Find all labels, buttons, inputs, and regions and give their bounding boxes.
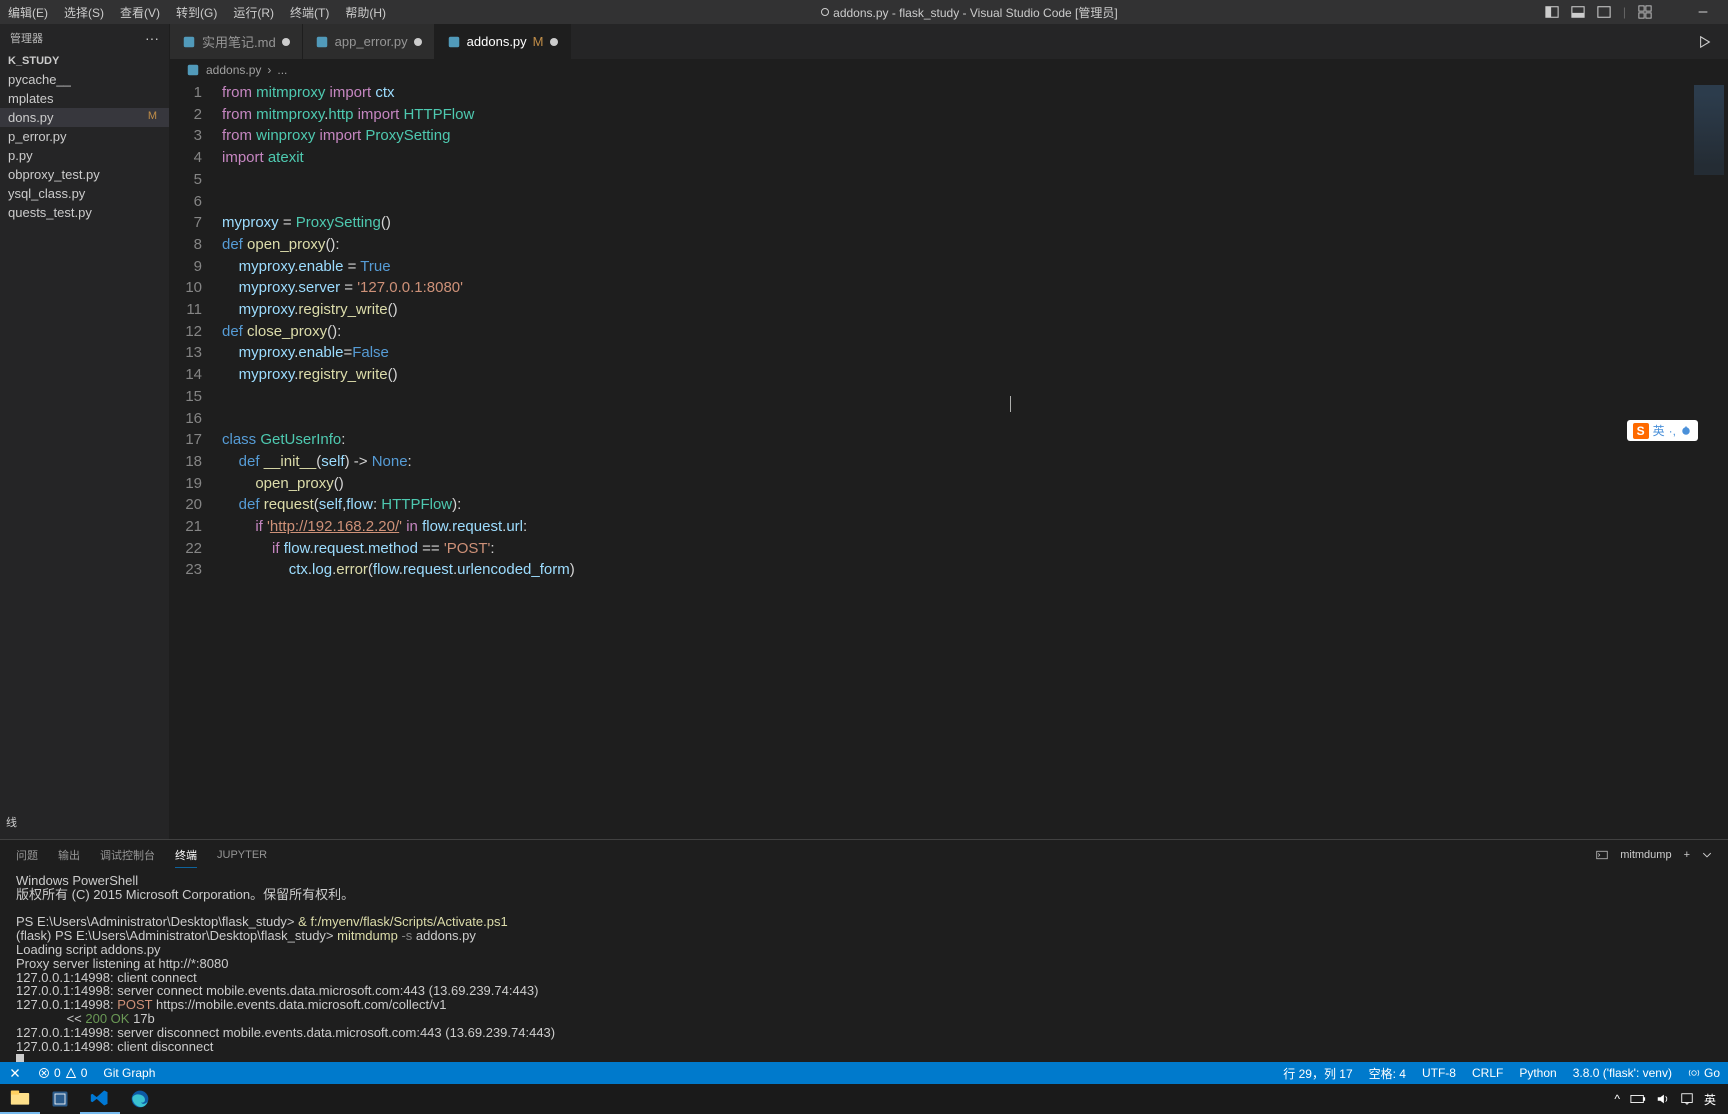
file-item[interactable]: p_error.py [0,127,169,146]
errors-count[interactable]: 0 0 [30,1066,95,1080]
menu-edit[interactable]: 编辑(E) [0,4,56,21]
layout-bottom-icon[interactable] [1571,5,1585,19]
explorer-sidebar: 管理器 ··· K_STUDY pycache__mplatesdons.pyM… [0,24,170,839]
file-item[interactable]: pycache__ [0,70,169,89]
menu-run[interactable]: 运行(R) [225,4,282,21]
window-title: addons.py - flask_study - Visual Studio … [394,4,1545,21]
editor-tab[interactable]: addons.py M [435,24,571,59]
file-item[interactable]: quests_test.py [0,203,169,222]
breadcrumb-sep: › [267,63,271,77]
file-item[interactable]: obproxy_test.py [0,165,169,184]
cursor-position[interactable]: 行 29，列 17 [1275,1065,1360,1082]
text-cursor [1010,396,1011,412]
titlebar: 编辑(E) 选择(S) 查看(V) 转到(G) 运行(R) 终端(T) 帮助(H… [0,0,1728,24]
code-content[interactable]: from mitmproxy import ctxfrom mitmproxy.… [222,81,1728,839]
language-mode[interactable]: Python [1511,1065,1564,1082]
title-controls: | [1545,5,1728,19]
minimize-icon[interactable] [1696,5,1710,19]
eol[interactable]: CRLF [1464,1065,1511,1082]
code-editor[interactable]: 1234567891011121314151617181920212223 fr… [170,81,1728,839]
tb-file-explorer[interactable] [0,1084,40,1114]
editor-area: 实用笔记.mdapp_error.pyaddons.py M addons.py… [170,24,1728,839]
tb-systray: ^ 英 [1614,1091,1728,1108]
outline-section[interactable]: 线 [6,814,17,830]
menu-bar: 编辑(E) 选择(S) 查看(V) 转到(G) 运行(R) 终端(T) 帮助(H… [0,4,394,21]
panel-tab-jupyter[interactable]: JUPYTER [217,845,267,865]
minimap[interactable] [1694,85,1724,175]
indent-spaces[interactable]: 空格: 4 [1361,1065,1414,1082]
file-item[interactable]: p.py [0,146,169,165]
tb-chevron-icon[interactable]: ^ [1614,1092,1620,1106]
tb-ime[interactable]: 英 [1704,1091,1716,1108]
python-env[interactable]: 3.8.0 ('flask': venv) [1565,1065,1680,1082]
title-text: addons.py - flask_study - Visual Studio … [833,4,1118,21]
layout-grid-icon[interactable] [1638,5,1652,19]
add-terminal-icon[interactable]: + [1684,849,1690,861]
editor-tab[interactable]: 实用笔记.md [170,24,303,59]
panel-actions: mitmdump + [1596,849,1712,861]
project-name[interactable]: K_STUDY [0,52,169,70]
file-item[interactable]: dons.pyM [0,108,169,127]
tb-volume-icon[interactable] [1656,1092,1670,1106]
layout-panel-icon[interactable] [1545,5,1559,19]
tb-virtualbox[interactable] [40,1084,80,1114]
breadcrumb-file: addons.py [206,63,261,77]
menu-select[interactable]: 选择(S) [56,4,112,21]
tb-battery-icon[interactable] [1630,1093,1646,1105]
breadcrumb-more: ... [277,63,287,77]
panel-tabs: 问题 输出 调试控制台 终端 JUPYTER mitmdump + [0,840,1728,870]
modified-dot-icon [821,8,829,16]
menu-terminal[interactable]: 终端(T) [282,4,337,21]
menu-goto[interactable]: 转到(G) [168,4,225,21]
terminal-process-icon[interactable] [1596,849,1608,861]
remote-icon[interactable] [0,1066,30,1080]
terminal-label[interactable]: mitmdump [1620,849,1671,861]
file-item[interactable]: mplates [0,89,169,108]
file-item[interactable]: ysql_class.py [0,184,169,203]
tb-edge[interactable] [120,1084,160,1114]
terminal-dropdown-icon[interactable] [1702,850,1712,860]
terminal-panel: 问题 输出 调试控制台 终端 JUPYTER mitmdump + Window… [0,839,1728,1062]
explorer-header: 管理器 ··· [0,24,169,52]
run-icon[interactable] [1698,35,1712,49]
terminal-content[interactable]: Windows PowerShell版权所有 (C) 2015 Microsof… [0,870,1728,1062]
ime-lang: 英 [1653,422,1665,439]
menu-view[interactable]: 查看(V) [112,4,168,21]
explorer-title: 管理器 [10,30,43,46]
go-live[interactable]: Go [1680,1065,1728,1082]
breadcrumb[interactable]: addons.py › ... [170,59,1728,81]
editor-tab[interactable]: app_error.py [303,24,435,59]
tb-vscode[interactable] [80,1084,120,1114]
encoding[interactable]: UTF-8 [1414,1065,1464,1082]
ime-badge[interactable]: S 英 ·, [1627,420,1698,441]
git-graph[interactable]: Git Graph [95,1066,163,1080]
statusbar: 0 0 Git Graph 行 29，列 17 空格: 4 UTF-8 CRLF… [0,1062,1728,1084]
panel-tab-output[interactable]: 输出 [58,843,80,867]
ime-s-icon: S [1633,423,1649,439]
panel-tab-problems[interactable]: 问题 [16,843,38,867]
breadcrumb-icon [186,63,200,77]
more-icon[interactable]: ··· [145,30,159,46]
layout-right-icon[interactable] [1597,5,1611,19]
tb-notifications-icon[interactable] [1680,1092,1694,1106]
panel-tab-terminal[interactable]: 终端 [175,843,197,868]
menu-help[interactable]: 帮助(H) [337,4,394,21]
tabs-bar: 实用笔记.mdapp_error.pyaddons.py M [170,24,1728,59]
file-list: pycache__mplatesdons.pyMp_error.pyp.pyob… [0,70,169,222]
taskbar: ^ 英 [0,1084,1728,1114]
main-area: 管理器 ··· K_STUDY pycache__mplatesdons.pyM… [0,24,1728,839]
tab-actions [1698,35,1728,49]
line-numbers: 1234567891011121314151617181920212223 [170,81,222,839]
panel-tab-debug[interactable]: 调试控制台 [100,843,155,867]
